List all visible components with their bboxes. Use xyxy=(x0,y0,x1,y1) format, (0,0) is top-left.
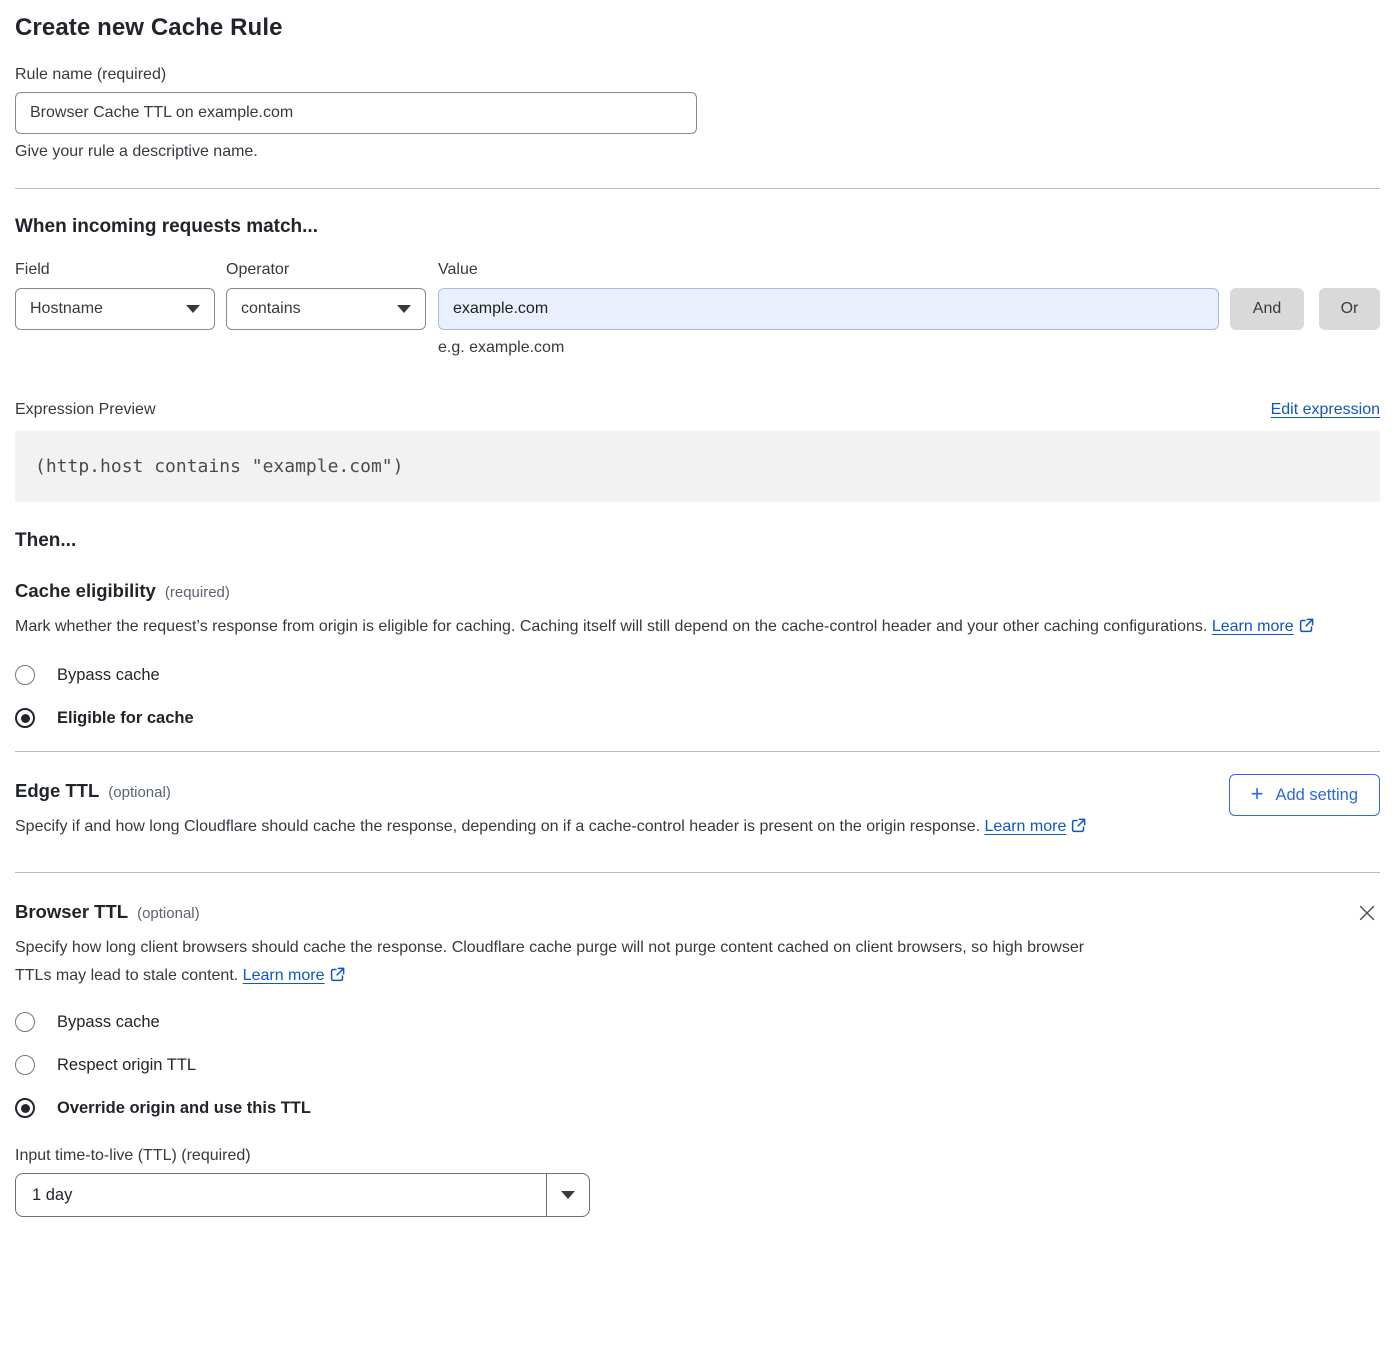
rule-name-label: Rule name (required) xyxy=(15,66,1380,84)
radio-option-bypass-cache[interactable]: Bypass cache xyxy=(15,1012,1380,1032)
match-expression-row: Field Hostname Operator contains Value e… xyxy=(15,260,1380,357)
browser-ttl-title-row: Browser TTL (optional) xyxy=(15,901,1380,923)
external-link-icon xyxy=(330,964,345,992)
radio-circle[interactable] xyxy=(15,1098,35,1118)
edge-ttl-title-row: Edge TTL (optional) xyxy=(15,780,1086,802)
radio-circle[interactable] xyxy=(15,708,35,728)
radio-circle[interactable] xyxy=(15,1012,35,1032)
expression-code-block: (http.host contains "example.com") xyxy=(15,431,1380,502)
divider xyxy=(15,872,1380,873)
expression-preview-label: Expression Preview xyxy=(15,401,156,419)
learn-more-label: Learn more xyxy=(243,967,325,984)
rule-name-value: Browser Cache TTL on example.com xyxy=(30,104,293,122)
ttl-input-label: Input time-to-live (TTL) (required) xyxy=(15,1147,1380,1165)
radio-label: Bypass cache xyxy=(57,1013,160,1032)
create-cache-rule-form: Create new Cache Rule Rule name (require… xyxy=(0,0,1400,1235)
edge-ttl-content: Edge TTL (optional) Specify if and how l… xyxy=(15,752,1086,843)
plus-icon: + xyxy=(1251,783,1264,805)
learn-more-label: Learn more xyxy=(1212,618,1294,635)
then-heading: Then... xyxy=(15,530,1380,552)
cache-eligibility-title: Cache eligibility xyxy=(15,580,156,602)
cache-eligibility-options: Bypass cache Eligible for cache xyxy=(15,665,1380,728)
edge-ttl-optional-tag: (optional) xyxy=(108,784,171,801)
and-button[interactable]: And xyxy=(1230,288,1304,330)
radio-label: Eligible for cache xyxy=(57,709,194,728)
operator-select[interactable]: contains xyxy=(226,288,426,330)
operator-label: Operator xyxy=(226,260,426,280)
browser-ttl-title: Browser TTL xyxy=(15,901,128,923)
add-setting-label: Add setting xyxy=(1275,786,1358,805)
operator-select-value: contains xyxy=(241,300,301,318)
or-button[interactable]: Or xyxy=(1319,288,1380,330)
edit-expression-link[interactable]: Edit expression xyxy=(1271,401,1380,419)
edge-ttl-section: Edge TTL (optional) Specify if and how l… xyxy=(15,752,1380,843)
radio-option-override-origin-ttl[interactable]: Override origin and use this TTL xyxy=(15,1098,1380,1118)
browser-ttl-description-text: Specify how long client browsers should … xyxy=(15,939,1084,984)
external-link-icon xyxy=(1071,815,1086,843)
browser-ttl-optional-tag: (optional) xyxy=(137,905,200,922)
browser-ttl-description: Specify how long client browsers should … xyxy=(15,934,1115,992)
ttl-select[interactable]: 1 day xyxy=(15,1173,590,1217)
chevron-down-icon xyxy=(561,1191,575,1199)
learn-more-label: Learn more xyxy=(985,818,1067,835)
cache-eligibility-description: Mark whether the request’s response from… xyxy=(15,613,1380,643)
radio-option-respect-origin-ttl[interactable]: Respect origin TTL xyxy=(15,1055,1380,1075)
radio-circle[interactable] xyxy=(15,665,35,685)
cache-eligibility-title-row: Cache eligibility (required) xyxy=(15,580,1380,602)
chevron-down-icon xyxy=(397,305,411,313)
value-label: Value xyxy=(438,260,1219,280)
expression-code: (http.host contains "example.com") xyxy=(35,456,403,477)
browser-ttl-learn-more-link[interactable]: Learn more xyxy=(243,967,325,984)
value-helper: e.g. example.com xyxy=(438,339,1219,357)
radio-option-eligible-for-cache[interactable]: Eligible for cache xyxy=(15,708,1380,728)
match-heading: When incoming requests match... xyxy=(15,216,1380,238)
field-select[interactable]: Hostname xyxy=(15,288,215,330)
edge-ttl-description: Specify if and how long Cloudflare shoul… xyxy=(15,813,1086,843)
field-column: Field Hostname xyxy=(15,260,215,330)
radio-circle[interactable] xyxy=(15,1055,35,1075)
page-title: Create new Cache Rule xyxy=(15,14,1380,42)
ttl-select-value: 1 day xyxy=(16,1174,546,1216)
divider xyxy=(15,188,1380,189)
cache-eligibility-learn-more-link[interactable]: Learn more xyxy=(1212,618,1294,635)
value-column: Value example.com e.g. example.com xyxy=(438,260,1219,357)
rule-name-input[interactable]: Browser Cache TTL on example.com xyxy=(15,92,697,134)
edge-ttl-title: Edge TTL xyxy=(15,780,99,802)
field-select-value: Hostname xyxy=(30,300,103,318)
value-input-text: example.com xyxy=(453,300,548,318)
radio-option-bypass-cache[interactable]: Bypass cache xyxy=(15,665,1380,685)
chevron-down-icon xyxy=(186,305,200,313)
radio-label: Bypass cache xyxy=(57,666,160,685)
rule-name-helper: Give your rule a descriptive name. xyxy=(15,143,1380,161)
close-icon[interactable] xyxy=(1356,902,1378,924)
cache-eligibility-required-tag: (required) xyxy=(165,584,230,601)
external-link-icon xyxy=(1299,615,1314,643)
ttl-select-arrow[interactable] xyxy=(546,1174,589,1216)
value-input[interactable]: example.com xyxy=(438,288,1219,330)
radio-label: Respect origin TTL xyxy=(57,1056,196,1075)
field-label: Field xyxy=(15,260,215,280)
radio-label: Override origin and use this TTL xyxy=(57,1099,311,1118)
add-setting-button[interactable]: + Add setting xyxy=(1229,774,1380,816)
edge-ttl-learn-more-link[interactable]: Learn more xyxy=(985,818,1067,835)
browser-ttl-options: Bypass cache Respect origin TTL Override… xyxy=(15,1012,1380,1118)
expression-preview-row: Expression Preview Edit expression xyxy=(15,401,1380,419)
operator-column: Operator contains xyxy=(226,260,426,330)
cache-eligibility-description-text: Mark whether the request’s response from… xyxy=(15,618,1207,635)
edge-ttl-description-text: Specify if and how long Cloudflare shoul… xyxy=(15,818,980,835)
